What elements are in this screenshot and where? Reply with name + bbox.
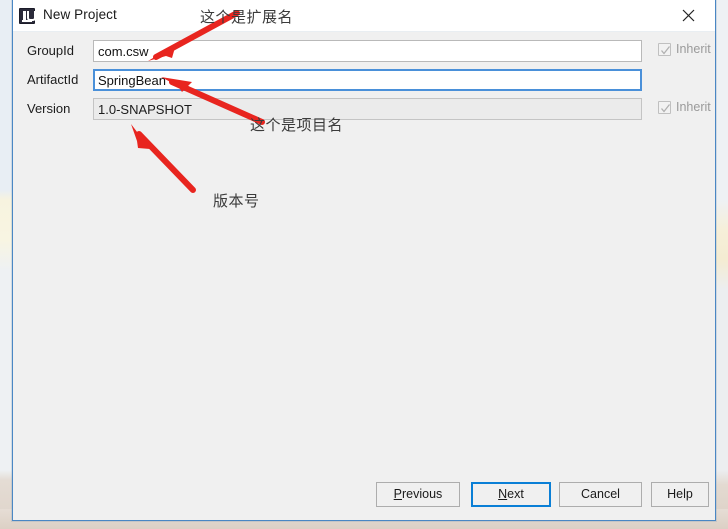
previous-mnemonic: P <box>393 487 403 501</box>
groupid-inherit-checkbox[interactable] <box>658 42 671 56</box>
form-row-groupid: GroupId Inherit <box>13 40 717 64</box>
groupid-label: GroupId <box>27 43 74 58</box>
dialog-button-bar: Previous Next Cancel Help <box>13 478 717 512</box>
groupid-input[interactable] <box>93 40 642 62</box>
version-label: Version <box>27 101 71 116</box>
new-project-dialog: New Project GroupId Inherit <box>12 0 716 521</box>
version-inherit-checkbox[interactable] <box>658 100 671 114</box>
screen-root: New Project GroupId Inherit <box>0 0 728 529</box>
version-inherit-group[interactable]: Inherit <box>658 100 711 114</box>
intellij-idea-icon <box>19 8 36 24</box>
next-button[interactable]: Next <box>471 482 551 507</box>
dialog-title: New Project <box>43 7 117 22</box>
artifactid-label: ArtifactId <box>27 72 79 87</box>
dialog-titlebar: New Project <box>13 0 715 32</box>
next-mnemonic: N <box>498 487 508 501</box>
checkmark-icon <box>661 103 671 113</box>
artifactid-input[interactable] <box>93 69 642 91</box>
close-icon <box>682 9 695 22</box>
form-row-version: Version Inherit <box>13 98 717 122</box>
previous-button[interactable]: Previous <box>376 482 460 507</box>
close-button[interactable] <box>667 0 711 31</box>
annotation-text-version: 版本号 <box>213 192 260 210</box>
previous-label-rest: revious <box>402 487 443 501</box>
version-input[interactable] <box>93 98 642 120</box>
next-label-rest: ext <box>507 487 524 501</box>
help-button[interactable]: Help <box>651 482 709 507</box>
groupid-inherit-label: Inherit <box>676 42 711 56</box>
annotation-text-extension: 这个是扩展名 <box>200 8 294 26</box>
cancel-button[interactable]: Cancel <box>559 482 642 507</box>
form-row-artifactid: ArtifactId <box>13 69 717 93</box>
annotation-text-project-name: 这个是项目名 <box>250 116 344 134</box>
icon-underline <box>22 20 32 22</box>
version-inherit-label: Inherit <box>676 100 711 114</box>
groupid-inherit-group[interactable]: Inherit <box>658 42 711 56</box>
checkmark-icon <box>661 45 671 55</box>
